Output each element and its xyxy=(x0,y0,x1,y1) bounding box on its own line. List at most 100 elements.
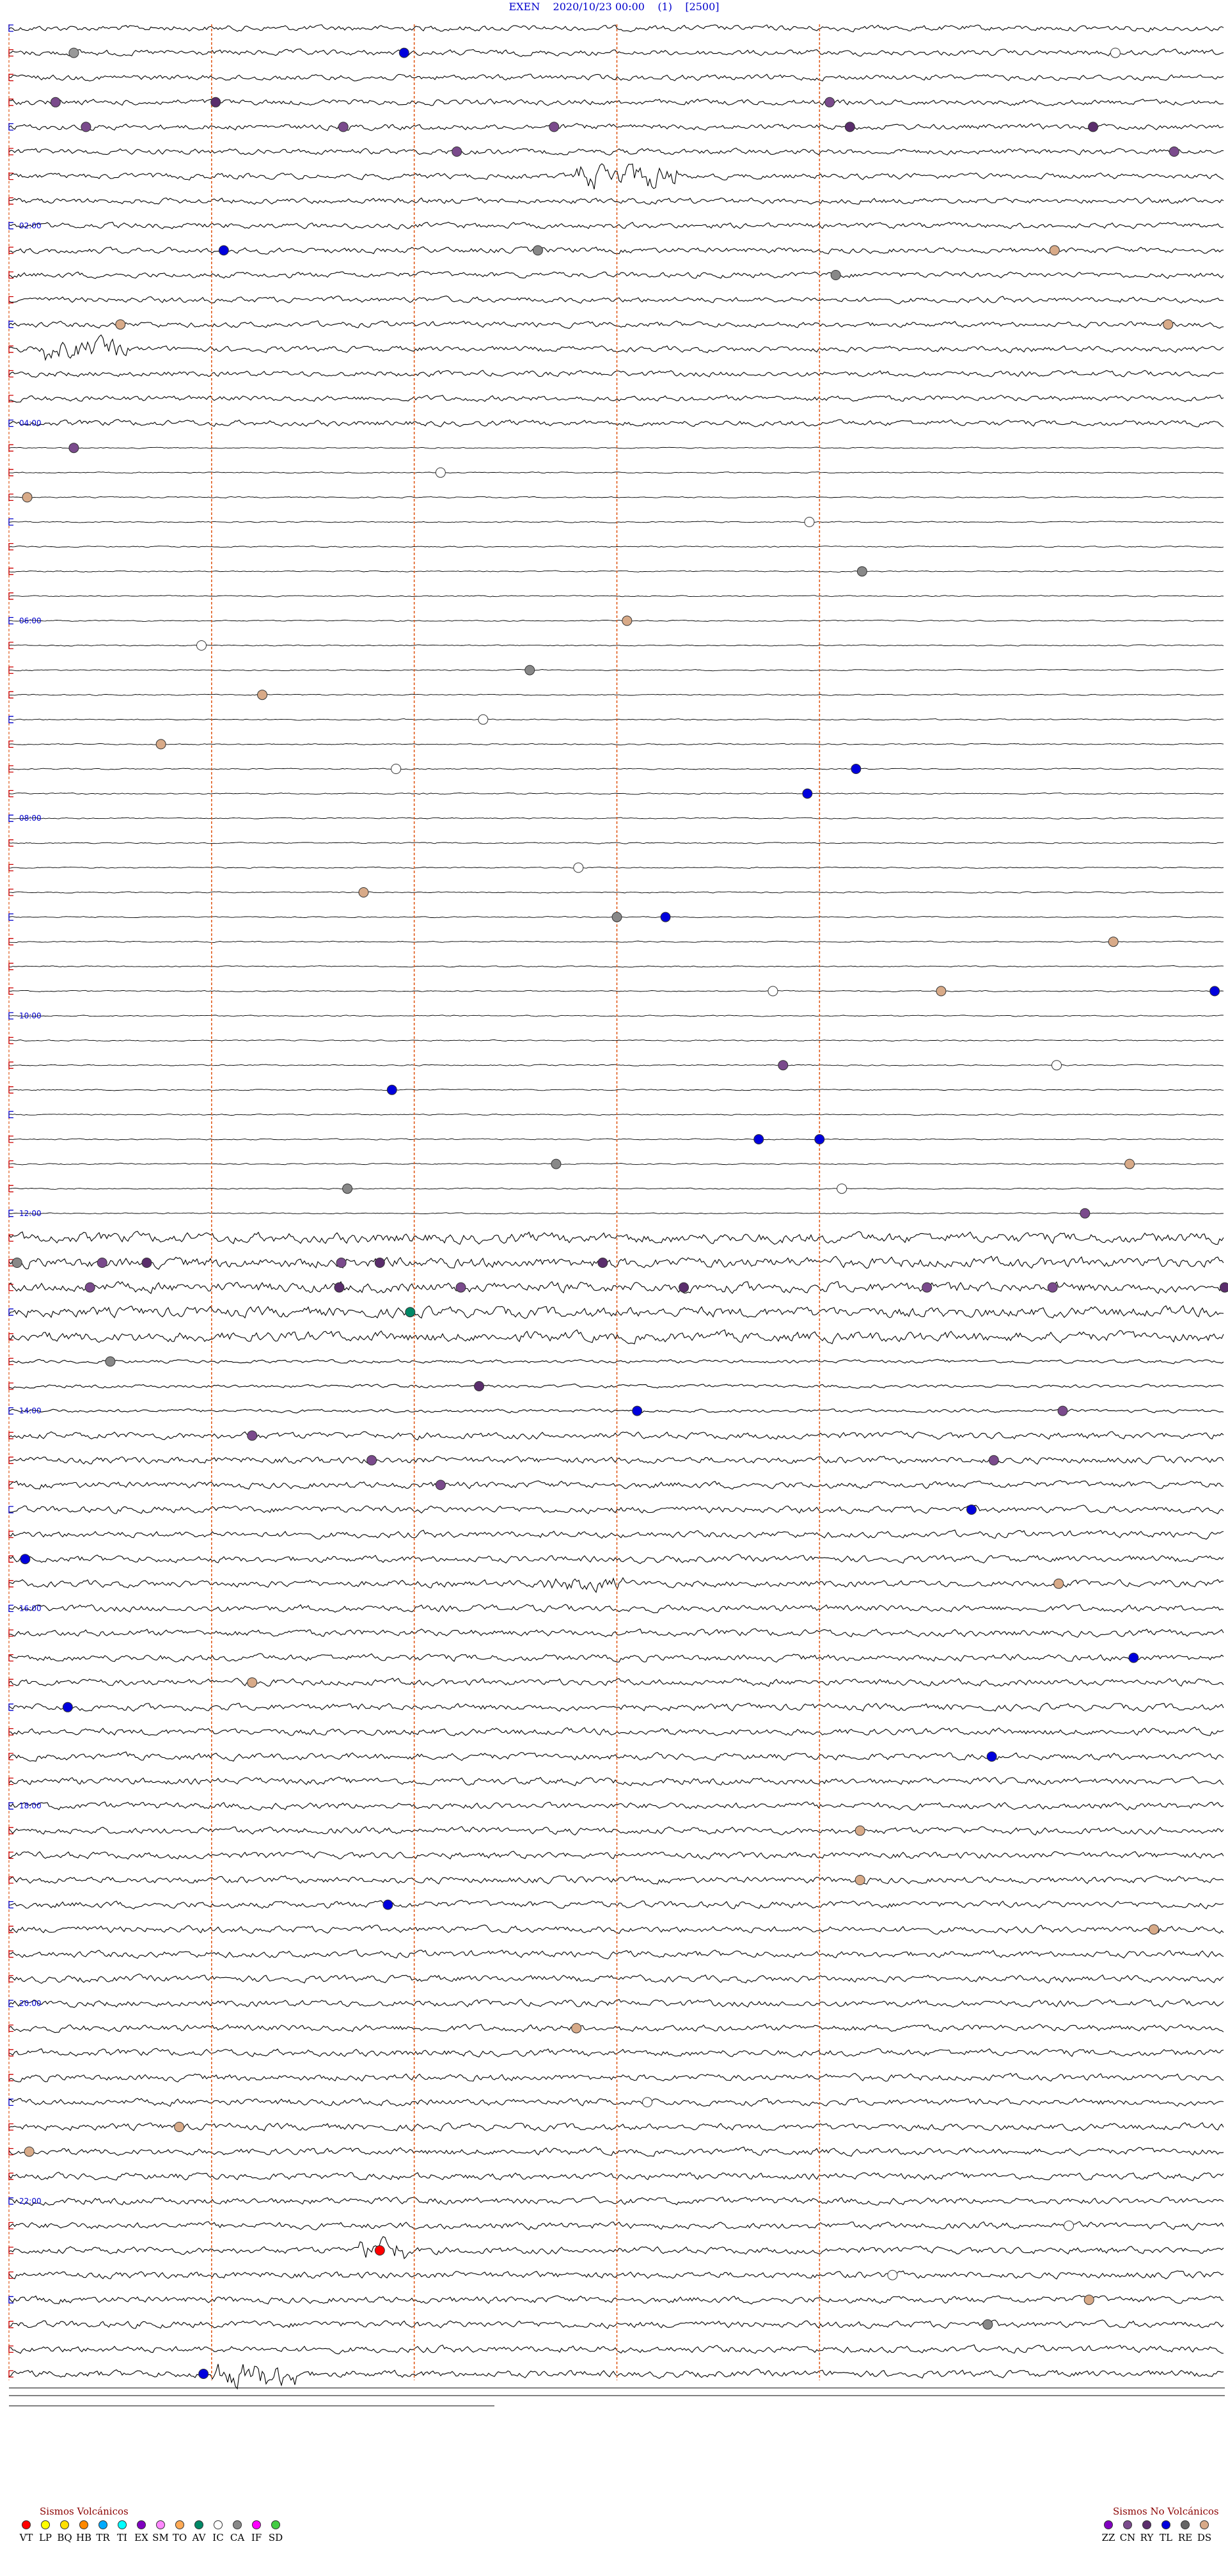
event-marker xyxy=(1049,245,1060,256)
event-marker xyxy=(24,2146,35,2157)
row-marker xyxy=(8,2197,13,2205)
seismic-trace xyxy=(8,1187,1224,1190)
event-marker xyxy=(1053,1578,1064,1589)
legend-swatch xyxy=(214,2520,223,2529)
legend-item: BQ xyxy=(55,2520,74,2543)
non-volcanic-legend-title: Sismos No Volcánicos xyxy=(1113,2506,1219,2517)
legend-label: SM xyxy=(152,2532,169,2543)
hour-label: 20:00 xyxy=(19,1999,42,2008)
seismic-trace xyxy=(8,1702,1224,1712)
seismic-trace xyxy=(8,419,1224,427)
seismic-trace xyxy=(8,2295,1224,2305)
legend-swatch xyxy=(233,2520,242,2529)
event-marker xyxy=(1108,936,1119,947)
event-marker xyxy=(573,862,584,873)
event-marker xyxy=(391,764,402,774)
legend-swatch xyxy=(41,2520,50,2529)
event-marker xyxy=(802,788,813,799)
seismic-trace xyxy=(8,1212,1224,1215)
seismic-trace xyxy=(8,296,1224,304)
seismic-trace xyxy=(8,2195,1224,2206)
event-marker xyxy=(374,1258,385,1268)
seismic-trace xyxy=(8,693,1224,696)
row-marker xyxy=(8,1753,13,1760)
legend-item: TR xyxy=(93,2520,113,2543)
legend-label: DS xyxy=(1197,2532,1212,2543)
seismic-trace xyxy=(8,1998,1224,2009)
event-marker xyxy=(524,665,535,676)
event-marker xyxy=(1057,1405,1068,1416)
event-marker xyxy=(856,566,867,577)
legend-label: CA xyxy=(230,2532,245,2543)
seismic-trace xyxy=(8,2344,1224,2355)
seismic-trace xyxy=(8,496,1224,499)
seismic-trace xyxy=(8,1015,1224,1017)
event-marker xyxy=(455,1282,466,1293)
event-marker xyxy=(1110,47,1121,58)
seismic-trace xyxy=(8,471,1224,474)
seismic-trace xyxy=(8,743,1224,746)
seismic-trace xyxy=(8,644,1224,647)
seismic-trace xyxy=(8,842,1224,844)
legend-label: HB xyxy=(75,2532,92,2543)
event-marker xyxy=(358,887,369,897)
event-marker xyxy=(382,1899,393,1910)
event-marker xyxy=(804,517,815,527)
legend-item: LP xyxy=(36,2520,55,2543)
non-volcanic-legend: ZZ CN RY TL RE DS xyxy=(1099,2520,1214,2543)
seismic-trace xyxy=(8,99,1224,106)
seismic-trace xyxy=(8,1727,1224,1737)
seismic-trace xyxy=(8,1900,1224,1909)
seismic-trace xyxy=(8,221,1224,230)
seismic-trace xyxy=(8,940,1224,943)
seismic-trace xyxy=(8,866,1224,869)
event-marker xyxy=(778,1060,789,1071)
row-marker xyxy=(8,2024,13,2032)
legend-label: RY xyxy=(1140,2532,1154,2543)
event-marker xyxy=(1047,1282,1058,1293)
legend-swatch xyxy=(118,2520,127,2529)
seismic-trace xyxy=(8,1256,1224,1270)
legend-label: TR xyxy=(96,2532,110,2543)
event-marker xyxy=(642,2097,653,2108)
legend-swatch xyxy=(156,2520,165,2529)
seismic-trace xyxy=(8,817,1224,819)
seismic-trace xyxy=(8,334,1224,361)
legend-label: VT xyxy=(19,2532,33,2543)
seismic-trace xyxy=(8,246,1224,255)
event-marker xyxy=(12,1258,22,1268)
row-marker xyxy=(8,370,13,378)
seismic-trace xyxy=(8,793,1224,795)
event-marker xyxy=(247,1430,258,1441)
event-marker xyxy=(342,1183,353,1194)
seismic-trace xyxy=(8,2048,1224,2058)
seismic-trace xyxy=(8,2146,1224,2157)
seismic-trace xyxy=(8,545,1224,548)
seismic-trace xyxy=(8,1455,1224,1465)
row-marker xyxy=(8,1530,13,1538)
row-marker xyxy=(8,1703,13,1711)
event-marker xyxy=(115,319,126,330)
legend-item: ZZ xyxy=(1099,2520,1118,2543)
seismic-trace xyxy=(8,1329,1224,1345)
legend-label: EX xyxy=(134,2532,148,2543)
event-marker xyxy=(155,739,166,750)
seismic-trace xyxy=(8,1924,1224,1935)
event-marker xyxy=(551,1158,562,1169)
event-marker xyxy=(210,97,221,107)
hour-label: 06:00 xyxy=(19,616,42,625)
volcanic-legend-title: Sismos Volcánicos xyxy=(40,2506,129,2517)
seismic-trace xyxy=(8,1281,1224,1295)
seismic-trace xyxy=(8,1677,1224,1687)
event-marker xyxy=(1163,319,1174,330)
event-marker xyxy=(366,1455,377,1466)
row-marker xyxy=(8,2345,13,2353)
legend-item: IF xyxy=(247,2520,266,2543)
event-marker xyxy=(62,1702,73,1712)
event-marker xyxy=(854,1875,865,1885)
event-marker xyxy=(218,245,229,256)
seismic-trace xyxy=(8,521,1224,523)
seismic-trace xyxy=(8,1529,1224,1540)
event-marker xyxy=(84,1282,95,1293)
legend-swatch xyxy=(252,2520,261,2529)
